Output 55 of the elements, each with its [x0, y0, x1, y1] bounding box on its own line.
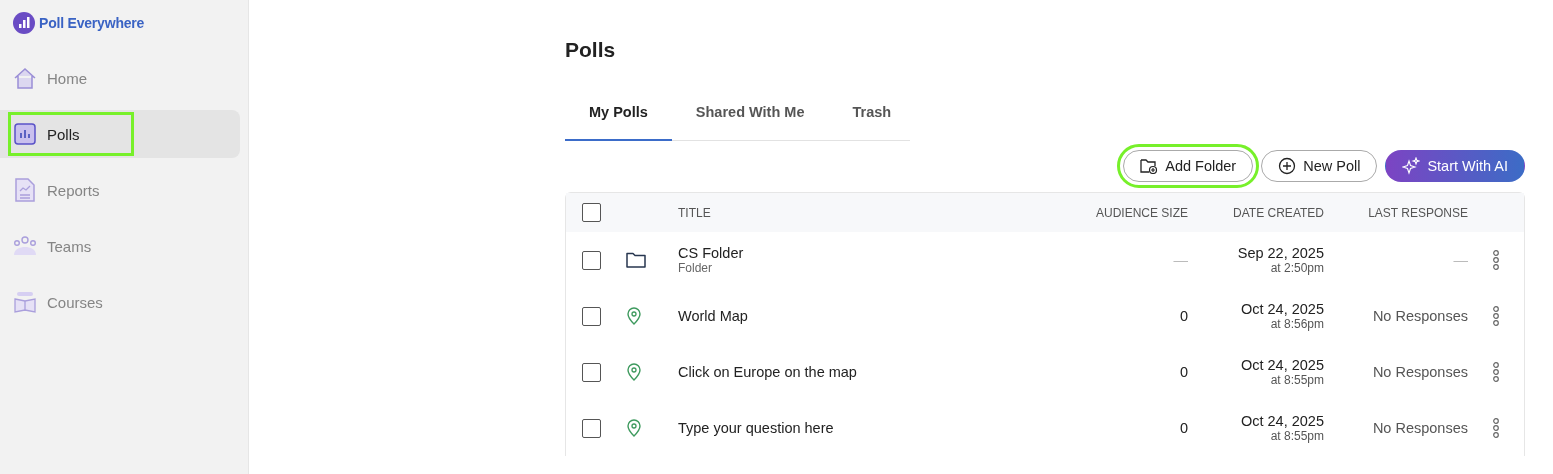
item-type: Folder: [678, 261, 712, 275]
poll-title[interactable]: Click on Europe on the map: [678, 364, 857, 380]
people-icon: [13, 236, 37, 256]
logo-icon: [13, 12, 35, 34]
poll-title[interactable]: World Map: [678, 308, 748, 324]
plus-icon: [1278, 157, 1297, 175]
brand-name: Poll Everywhere: [39, 15, 145, 31]
date-created: Oct 24, 2025: [1240, 357, 1324, 373]
more-options-icon[interactable]: [1492, 306, 1500, 326]
last-response: No Responses: [1372, 308, 1468, 324]
sidebar-item[interactable]: Polls: [0, 110, 240, 158]
last-response: No Responses: [1372, 420, 1468, 436]
column-header[interactable]: LAST RESPONSE: [1324, 205, 1468, 220]
column-header[interactable]: DATE CREATED: [1188, 205, 1324, 220]
time-created: at 8:56pm: [1270, 317, 1324, 331]
audience-size: —: [1173, 252, 1188, 268]
map-pin-icon: [626, 419, 642, 437]
time-created: at 2:50pm: [1270, 261, 1324, 275]
map-pin-icon: [626, 307, 642, 325]
audience-size: 0: [1179, 308, 1188, 324]
more-options-icon[interactable]: [1492, 362, 1500, 382]
poll-title[interactable]: Type your question here: [678, 420, 834, 436]
last-response: No Responses: [1372, 364, 1468, 380]
start-with-ai-button[interactable]: Start With AI: [1385, 150, 1525, 182]
map-pin-icon: [626, 363, 642, 381]
time-created: at 8:55pm: [1270, 373, 1324, 387]
book-icon: [13, 291, 37, 313]
date-created: Oct 24, 2025: [1240, 413, 1324, 429]
row-checkbox[interactable]: [582, 362, 601, 382]
last-response: —: [1453, 252, 1468, 268]
row-checkbox[interactable]: [582, 250, 601, 270]
column-header[interactable]: AUDIENCE SIZE: [1028, 205, 1188, 220]
document-icon: [13, 178, 37, 202]
row-checkbox[interactable]: [582, 418, 601, 438]
folder-icon: [626, 252, 646, 268]
poll-title[interactable]: CS Folder: [678, 245, 744, 261]
audience-size: 0: [1179, 420, 1188, 436]
date-created: Oct 24, 2025: [1240, 301, 1324, 317]
select-all-checkbox[interactable]: [582, 203, 601, 222]
column-header[interactable]: TITLE: [678, 205, 1028, 220]
sparkle-icon: [1402, 157, 1421, 175]
row-checkbox[interactable]: [582, 306, 601, 326]
date-created: Sep 22, 2025: [1237, 245, 1324, 261]
page-title: Polls: [565, 38, 617, 62]
tab[interactable]: My Polls: [565, 94, 672, 141]
new-poll-button[interactable]: New Poll: [1261, 150, 1378, 182]
bar-chart-icon: [13, 123, 37, 145]
tab[interactable]: Shared With Me: [671, 94, 829, 141]
more-options-icon[interactable]: [1492, 250, 1500, 270]
more-options-icon[interactable]: [1492, 418, 1500, 438]
audience-size: 0: [1179, 364, 1188, 380]
house-icon: [13, 67, 37, 89]
time-created: at 8:55pm: [1270, 429, 1324, 443]
add-folder-icon: [1140, 158, 1159, 174]
tab[interactable]: Trash: [828, 94, 916, 141]
